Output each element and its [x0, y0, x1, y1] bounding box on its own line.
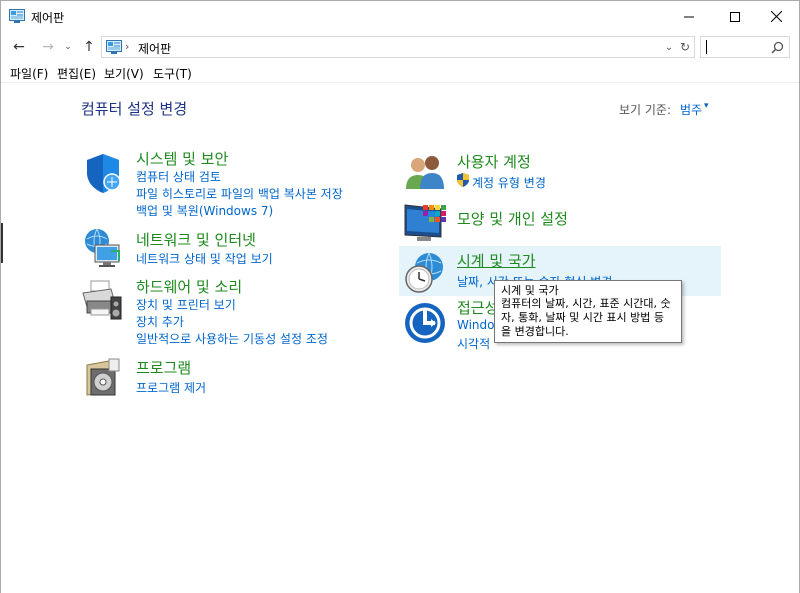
ease-of-access-icon[interactable] — [403, 301, 447, 345]
link-devices-printers[interactable]: 장치 및 프린터 보기 — [136, 296, 236, 313]
link-add-device[interactable]: 장치 추가 — [136, 313, 184, 330]
window-title: 제어판 — [31, 11, 65, 25]
back-arrow-icon: ← — [13, 39, 25, 55]
link-file-history[interactable]: 파일 히스토리로 파일의 백업 복사본 저장 — [136, 185, 343, 202]
link-review-status[interactable]: 컴퓨터 상태 검토 — [136, 168, 221, 185]
back-button[interactable]: ← — [9, 36, 29, 58]
view-by-label: 보기 기준: — [619, 103, 672, 117]
menu-edit[interactable]: 편집(E) — [57, 65, 96, 82]
tooltip-title: 시계 및 국가 — [501, 284, 559, 297]
menu-bar: 파일(F) 편집(E) 보기(V) 도구(T) — [1, 63, 799, 83]
link-change-account-type[interactable]: 계정 유형 변경 — [472, 174, 546, 191]
chevron-down-icon: ⌄ — [664, 41, 674, 53]
shield-icon[interactable] — [81, 151, 125, 195]
refresh-icon: ↻ — [679, 40, 691, 54]
minimize-icon — [684, 16, 694, 17]
minimize-button[interactable] — [666, 1, 712, 32]
refresh-button[interactable]: ↻ — [677, 39, 693, 55]
content-area: 컴퓨터 설정 변경 보기 기준: 범주 ▾ 시스템 및 보안 컴퓨터 상태 검토… — [1, 83, 799, 593]
control-panel-icon — [9, 9, 25, 23]
chevron-down-icon: ⌄ — [64, 42, 72, 52]
link-mobility-settings[interactable]: 일반적으로 사용하는 기동성 설정 조정 — [136, 330, 328, 347]
category-appearance[interactable]: 모양 및 개인 설정 — [457, 208, 568, 229]
category-system-security[interactable]: 시스템 및 보안 — [136, 148, 228, 169]
tooltip-description-line: 을 변경합니다. — [501, 325, 569, 338]
menu-view[interactable]: 보기(V) — [104, 65, 144, 82]
user-accounts-icon[interactable] — [403, 151, 447, 195]
left-edge-artifact — [1, 223, 3, 263]
breadcrumb-separator[interactable]: › — [125, 40, 129, 53]
printer-speaker-icon[interactable] — [81, 279, 125, 323]
category-ease-of-access[interactable]: 접근성 — [457, 297, 498, 318]
up-arrow-icon: ↑ — [83, 39, 95, 55]
breadcrumb-control-panel[interactable]: 제어판 — [138, 40, 171, 57]
control-panel-window: 제어판 ← → ⌄ ↑ › 제어판 ⌄ ↻ 파일(F) 편집(E) 보기(V) … — [0, 0, 800, 593]
link-uninstall-program[interactable]: 프로그램 제거 — [136, 379, 206, 396]
navigation-row: ← → ⌄ ↑ › 제어판 ⌄ ↻ — [1, 32, 799, 62]
category-programs[interactable]: 프로그램 — [136, 357, 191, 378]
view-by-dropdown[interactable]: 범주 — [680, 101, 702, 118]
page-title: 컴퓨터 설정 변경 — [81, 100, 188, 118]
link-visual-display[interactable]: 시각적 — [457, 335, 490, 352]
clock-region-tooltip: 시계 및 국가 컴퓨터의 날짜, 시간, 표준 시간대, 숫 자, 통화, 날짜… — [494, 280, 682, 343]
forward-button[interactable]: → — [38, 36, 58, 58]
clock-globe-icon[interactable] — [403, 251, 447, 295]
network-globe-icon[interactable] — [81, 227, 125, 271]
category-clock-region[interactable]: 시계 및 국가 — [457, 250, 536, 271]
maximize-button[interactable] — [712, 1, 758, 32]
text-caret — [706, 40, 707, 54]
search-input[interactable] — [700, 36, 790, 58]
appearance-monitor-icon[interactable] — [403, 201, 447, 245]
uac-shield-icon — [457, 173, 469, 187]
address-dropdown-button[interactable]: ⌄ — [661, 39, 677, 55]
recent-locations-button[interactable]: ⌄ — [61, 36, 75, 58]
search-icon[interactable] — [769, 40, 785, 56]
link-network-status[interactable]: 네트워크 상태 및 작업 보기 — [136, 250, 273, 267]
category-user-accounts[interactable]: 사용자 계정 — [457, 151, 531, 172]
programs-disc-icon[interactable] — [81, 355, 125, 399]
category-hardware-sound[interactable]: 하드웨어 및 소리 — [136, 276, 242, 297]
tooltip-description-line: 컴퓨터의 날짜, 시간, 표준 시간대, 숫 — [501, 297, 671, 310]
link-backup-restore[interactable]: 백업 및 복원(Windows 7) — [136, 202, 273, 219]
up-button[interactable]: ↑ — [79, 36, 99, 58]
title-bar: 제어판 — [1, 1, 799, 32]
menu-file[interactable]: 파일(F) — [10, 65, 48, 82]
control-panel-icon — [106, 40, 122, 54]
address-bar[interactable]: › 제어판 ⌄ ↻ — [101, 36, 695, 58]
close-button[interactable] — [753, 1, 799, 32]
category-network-internet[interactable]: 네트워크 및 인터넷 — [136, 229, 256, 250]
forward-arrow-icon: → — [42, 39, 54, 55]
close-icon — [770, 11, 782, 22]
view-by-arrow-icon[interactable]: ▾ — [704, 101, 709, 111]
tooltip-description-line: 자, 통화, 날짜 및 시간 표시 방법 등 — [501, 311, 665, 324]
menu-tools[interactable]: 도구(T) — [153, 65, 192, 82]
maximize-icon — [730, 11, 740, 22]
